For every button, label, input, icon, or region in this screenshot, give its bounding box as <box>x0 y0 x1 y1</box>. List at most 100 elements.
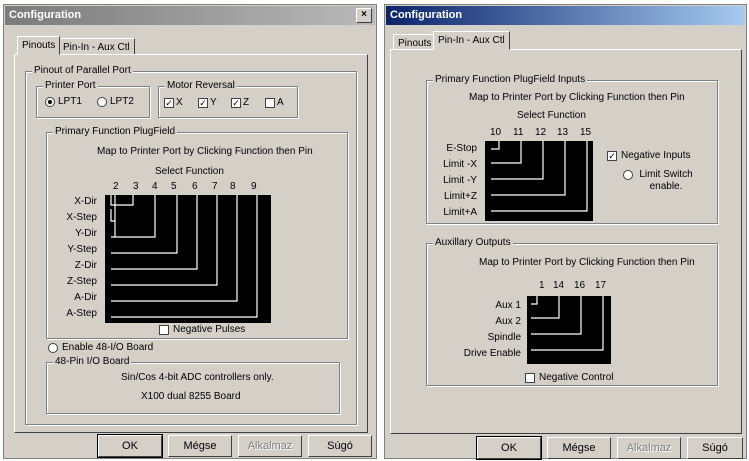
plugfield-group: Primary Function PlugField Map to Printe… <box>46 126 348 339</box>
pin-label: 5 <box>171 181 177 192</box>
function-label[interactable]: A-Step <box>55 308 97 319</box>
reverse-y-checkbox[interactable]: ✓ <box>198 98 208 108</box>
apply-button[interactable]: Alkalmaz <box>238 435 302 457</box>
negative-inputs-checkbox[interactable]: ✓ <box>607 151 617 161</box>
function-label[interactable]: Z-Dir <box>55 260 97 271</box>
close-icon[interactable]: × <box>356 8 372 23</box>
reverse-a-checkbox[interactable] <box>265 98 275 108</box>
negative-pulses-checkbox[interactable] <box>159 325 169 335</box>
function-label[interactable]: Limit+Z <box>429 191 477 202</box>
board-name: X100 dual 8255 Board <box>141 391 241 402</box>
select-function-label: Select Function <box>155 166 224 177</box>
pin-label: 3 <box>133 181 139 192</box>
tab-panel: Pinout of Parallel Port Printer Port LPT… <box>14 54 368 433</box>
lpt1-label: LPT1 <box>58 96 82 107</box>
board-group-label: 48-Pin I/O Board <box>53 356 132 367</box>
lpt2-label: LPT2 <box>110 96 134 107</box>
tab-panel: Primary Function PlugField Inputs Map to… <box>390 49 742 434</box>
pinout-group-label: Pinout of Parallel Port <box>32 65 133 76</box>
limit-switch-radio[interactable] <box>623 170 633 180</box>
enable-48-radio[interactable] <box>48 343 58 353</box>
pin-label: 11 <box>513 127 524 138</box>
negative-control-label: Negative Control <box>539 372 614 383</box>
output-function-label[interactable]: Aux 1 <box>437 300 521 311</box>
motor-reversal-group: Motor Reversal ✓ X ✓ Y ✓ Z A <box>158 80 298 118</box>
configuration-window-aux: Configuration Pinouts Pin-In - Aux Ctl P… <box>384 4 747 460</box>
function-label[interactable]: Y-Step <box>55 244 97 255</box>
outputs-instruction: Map to Printer Port by Clicking Function… <box>479 257 695 268</box>
reverse-x-checkbox[interactable]: ✓ <box>164 98 174 108</box>
negative-inputs-label: Negative Inputs <box>621 150 691 161</box>
plugfield-label: Primary Function PlugField <box>53 126 178 137</box>
lpt2-radio[interactable] <box>97 97 107 107</box>
help-button[interactable]: Súgó <box>308 435 372 457</box>
outputs-matrix[interactable] <box>527 296 611 364</box>
pin-label: 15 <box>580 127 592 138</box>
pin-label: 13 <box>557 127 569 138</box>
help-button[interactable]: Súgó <box>687 437 743 459</box>
reverse-y-label: Y <box>210 97 217 108</box>
tab-pin-in-aux-ctl[interactable]: Pin-In - Aux Ctl <box>58 38 135 55</box>
title-bar[interactable]: Configuration × <box>5 6 375 25</box>
reverse-z-checkbox[interactable]: ✓ <box>231 98 241 108</box>
apply-button[interactable]: Alkalmaz <box>617 437 681 459</box>
function-label[interactable]: E-Stop <box>429 143 477 154</box>
output-function-label[interactable]: Drive Enable <box>437 348 521 359</box>
plugfield-inputs-label: Primary Function PlugField Inputs <box>433 74 588 85</box>
reverse-a-label: A <box>277 97 284 108</box>
inputs-matrix[interactable] <box>485 141 593 221</box>
output-function-label[interactable]: Spindle <box>437 332 521 343</box>
pin-label: 14 <box>553 280 565 291</box>
pin-label: 8 <box>230 181 236 192</box>
pin-label: 7 <box>212 181 218 192</box>
aux-outputs-group: Auxillary Outputs Map to Printer Port by… <box>426 237 718 386</box>
tab-pin-in-aux-ctl[interactable]: Pin-In - Aux Ctl <box>433 31 510 50</box>
ok-button[interactable]: OK <box>476 436 542 460</box>
pin-label: 1 <box>539 280 545 291</box>
negative-control-checkbox[interactable] <box>525 373 535 383</box>
pin-label: 2 <box>113 181 119 192</box>
tab-pinouts[interactable]: Pinouts <box>17 36 61 55</box>
function-label[interactable]: Y-Dir <box>55 228 97 239</box>
cancel-button[interactable]: Mégse <box>547 437 611 459</box>
output-function-label[interactable]: Aux 2 <box>437 316 521 327</box>
function-label[interactable]: X-Step <box>55 212 97 223</box>
negative-pulses-label: Negative Pulses <box>173 324 246 335</box>
function-label[interactable]: Z-Step <box>55 276 97 287</box>
pinout-group: Pinout of Parallel Port Printer Port LPT… <box>25 65 357 425</box>
function-label[interactable]: A-Dir <box>55 292 97 303</box>
printer-port-label: Printer Port <box>43 80 98 91</box>
aux-outputs-label: Auxillary Outputs <box>433 237 513 248</box>
enable-48-label: Enable 48-I/O Board <box>62 342 154 353</box>
select-function-label: Select Function <box>517 110 586 121</box>
inputs-instruction: Map to Printer Port by Clicking Function… <box>469 92 685 103</box>
board-note: Sin/Cos 4-bit ADC controllers only. <box>121 372 274 383</box>
configuration-window-pinouts: Configuration × Pinouts Pin-In - Aux Ctl… <box>3 4 377 459</box>
pin-label: 6 <box>192 181 198 192</box>
pin-label: 12 <box>535 127 547 138</box>
pin-label: 4 <box>152 181 158 192</box>
function-label[interactable]: X-Dir <box>55 196 97 207</box>
limit-switch-label: Limit Switch enable. <box>639 169 693 192</box>
title-bar[interactable]: Configuration <box>386 6 745 25</box>
cancel-button[interactable]: Mégse <box>168 435 232 457</box>
pin-label: 9 <box>251 181 257 192</box>
printer-port-group: Printer Port LPT1 LPT2 <box>36 80 150 118</box>
lpt1-radio[interactable] <box>45 97 55 107</box>
plugfield-instruction: Map to Printer Port by Clicking Function… <box>97 146 313 157</box>
ok-button[interactable]: OK <box>97 434 163 458</box>
reverse-x-label: X <box>176 97 183 108</box>
motor-reversal-label: Motor Reversal <box>165 80 237 91</box>
pin-label: 10 <box>490 127 502 138</box>
function-label[interactable]: Limit+A <box>429 207 477 218</box>
plugfield-inputs-group: Primary Function PlugField Inputs Map to… <box>426 74 718 224</box>
pin-label: 16 <box>574 280 586 291</box>
plugfield-matrix[interactable] <box>105 195 271 323</box>
function-label[interactable]: Limit -X <box>429 159 477 170</box>
reverse-z-label: Z <box>243 97 250 108</box>
pin-label: 17 <box>595 280 607 291</box>
board-group: 48-Pin I/O Board Sin/Cos 4-bit ADC contr… <box>46 356 340 414</box>
function-label[interactable]: Limit -Y <box>429 175 477 186</box>
window-title: Configuration <box>9 9 82 21</box>
window-title: Configuration <box>390 9 463 21</box>
